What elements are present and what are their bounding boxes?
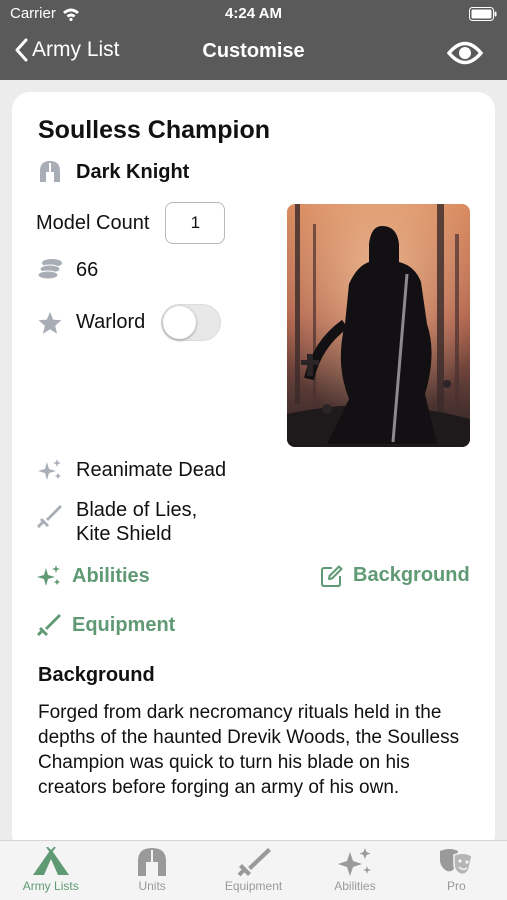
tab-label: Units [138,879,166,893]
equipment-line: Blade of Lies, [76,499,198,521]
sword-icon [237,848,271,877]
background-label: Background [353,564,470,586]
points-value: 66 [76,258,99,281]
unit-class: Dark Knight [76,160,190,183]
equipment-summary: Blade of Lies, Kite Shield [76,498,197,546]
helmet-icon [138,848,167,876]
tab-label: Pro [446,879,466,893]
sparkles-icon [36,458,64,482]
star-icon [36,311,64,335]
sword-icon [36,504,64,528]
sparkles-icon [337,848,371,876]
unit-card: Soulless Champion Dark Knight Model Coun… [12,92,495,852]
warlord-row: Warlord [36,304,222,341]
edit-icon [321,565,343,587]
ability-summary: Reanimate Dead [76,458,227,481]
model-count-input[interactable]: 1 [165,202,226,244]
points-row: 66 [36,258,98,282]
ability-summary-row: Reanimate Dead [36,458,226,482]
warlord-toggle[interactable] [161,304,222,341]
unit-portrait [287,204,470,447]
equipment-summary-row: Blade of Lies, Kite Shield [36,498,197,546]
sword-icon [36,614,61,637]
background-button[interactable]: Background [321,564,470,587]
clock: 4:24 AM [225,5,282,22]
sparkles-icon [37,565,60,586]
tab-label: Equipment [224,879,283,893]
tent-icon [32,847,69,875]
helmet-icon [36,160,64,184]
theater-masks-icon [440,849,474,876]
tab-bar: Army Lists Units Equipment Abilities Pro [0,840,507,900]
navigation-bar: Army List Customise [0,28,507,80]
status-bar: Carrier 4:24 AM [0,0,507,28]
tab-army-lists[interactable]: Army Lists [0,841,101,900]
battery-icon [469,7,497,21]
background-text: Forged from dark necromancy rituals held… [38,702,460,798]
unit-name: Soulless Champion [38,116,270,144]
unit-class-row: Dark Knight [36,160,189,184]
background-heading: Background [38,664,155,686]
tab-units[interactable]: Units [101,841,202,900]
coins-icon [36,258,64,282]
eye-icon[interactable] [447,40,483,66]
tab-label: Abilities [334,879,376,893]
tab-equipment[interactable]: Equipment [203,841,304,900]
abilities-label: Abilities [72,564,150,587]
top-bar: Carrier 4:24 AM Army List Customise [0,0,507,80]
toggle-knob [163,306,197,339]
tab-label: Army Lists [22,879,79,893]
tab-pro[interactable]: Pro [406,841,507,900]
model-count-label: Model Count [36,211,150,234]
page-title: Customise [202,40,305,62]
tab-abilities[interactable]: Abilities [304,841,405,900]
abilities-button[interactable]: Abilities [36,564,150,588]
equipment-line: Kite Shield [76,523,172,545]
model-count-row: Model Count 1 [36,202,226,244]
equipment-label: Equipment [72,613,176,636]
warlord-label: Warlord [76,311,146,333]
equipment-button[interactable]: Equipment [36,613,175,637]
